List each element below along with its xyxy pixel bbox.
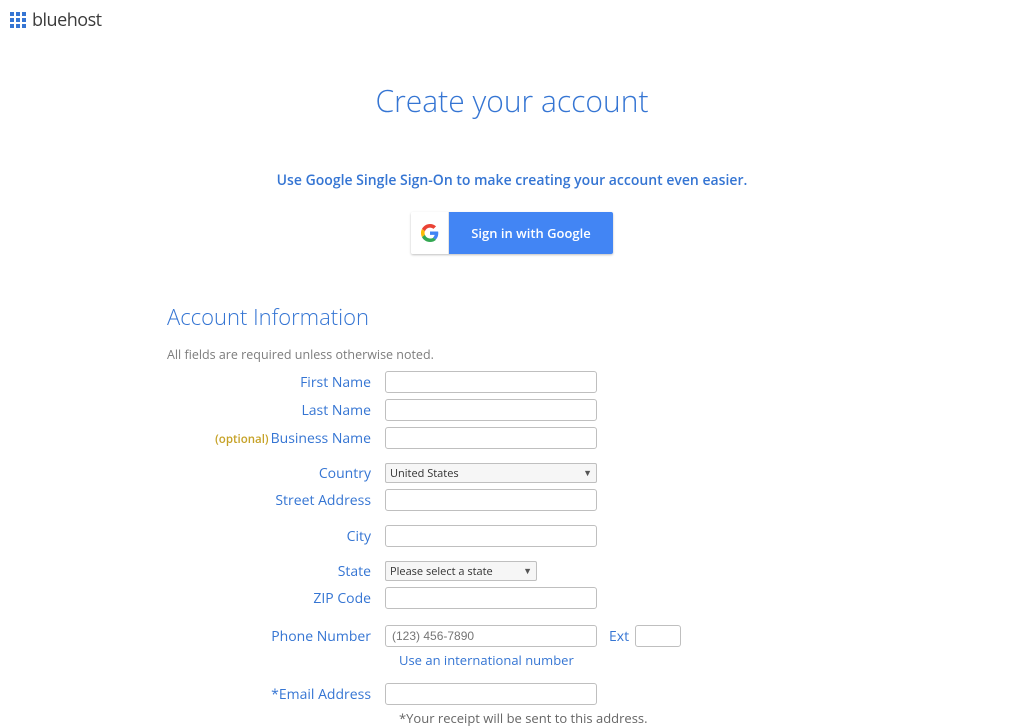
label-street-address: Street Address xyxy=(167,491,385,510)
phone-ext-input[interactable] xyxy=(635,625,681,647)
state-select[interactable]: Please select a state▼ xyxy=(385,561,537,581)
chevron-down-icon: ▼ xyxy=(583,466,592,479)
brand-logo[interactable]: bluehost xyxy=(0,0,1024,40)
brand-name: bluehost xyxy=(32,8,102,32)
page-title: Create your account xyxy=(0,80,1024,121)
street-address-input[interactable] xyxy=(385,489,597,511)
label-first-name: First Name xyxy=(167,373,385,392)
account-form: First Name Last Name (optional)Business … xyxy=(167,371,857,727)
label-city: City xyxy=(167,527,385,546)
country-select[interactable]: United States▼ xyxy=(385,463,597,483)
last-name-input[interactable] xyxy=(385,399,597,421)
first-name-input[interactable] xyxy=(385,371,597,393)
grid-icon xyxy=(10,12,26,28)
label-email: *Email Address xyxy=(167,685,385,704)
label-business-name: (optional)Business Name xyxy=(167,429,385,448)
required-note: All fields are required unless otherwise… xyxy=(167,346,857,363)
chevron-down-icon: ▼ xyxy=(523,564,532,577)
zip-input[interactable] xyxy=(385,587,597,609)
label-state: State xyxy=(167,562,385,581)
label-zip: ZIP Code xyxy=(167,589,385,608)
section-title: Account Information xyxy=(167,302,857,332)
city-input[interactable] xyxy=(385,525,597,547)
label-last-name: Last Name xyxy=(167,401,385,420)
google-icon xyxy=(411,212,449,254)
label-country: Country xyxy=(167,464,385,483)
business-name-input[interactable] xyxy=(385,427,597,449)
email-input[interactable] xyxy=(385,683,597,705)
phone-input[interactable] xyxy=(385,625,597,647)
sso-prompt: Use Google Single Sign-On to make creati… xyxy=(0,171,1024,190)
label-ext: Ext xyxy=(609,627,629,646)
google-signin-button[interactable]: Sign in with Google xyxy=(411,212,613,254)
optional-tag: (optional) xyxy=(215,432,268,447)
google-signin-label: Sign in with Google xyxy=(449,212,613,254)
label-phone: Phone Number xyxy=(167,627,385,646)
intl-number-link[interactable]: Use an international number xyxy=(399,651,857,669)
email-receipt-note: *Your receipt will be sent to this addre… xyxy=(399,709,857,727)
